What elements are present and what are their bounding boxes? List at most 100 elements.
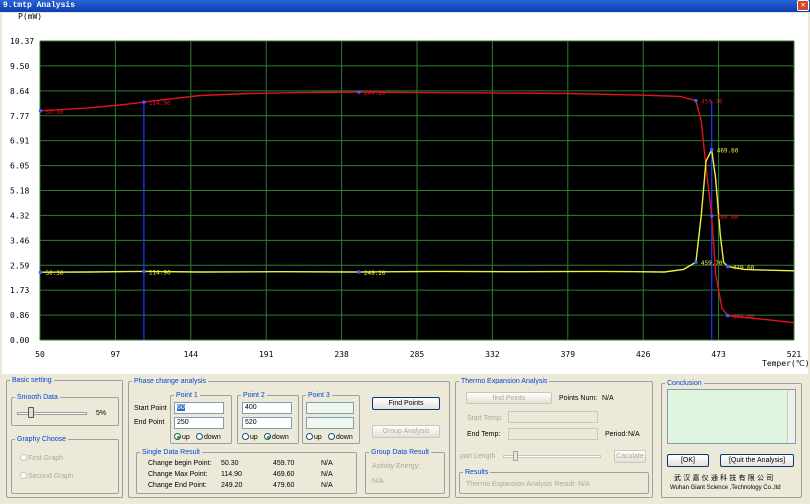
point2-up-radio[interactable]: up: [242, 433, 258, 441]
radio-icon: [242, 433, 249, 440]
down-label: down: [336, 434, 353, 441]
quit-analysis-button[interactable]: [Quit the Analysis]: [720, 454, 794, 467]
start-temp-input[interactable]: [508, 411, 598, 423]
result-value: N/A: [321, 482, 333, 489]
data-point-label: 114.90: [149, 100, 171, 107]
find-points-button[interactable]: Find Points: [372, 397, 440, 410]
data-point-marker: [725, 264, 730, 269]
chart-panel: 50 97 144 191 238 285 332 379 426 473 521 10.37 9.50…: [2, 13, 808, 374]
result-label: Change begin Point:: [148, 460, 212, 467]
point3-end-input[interactable]: [306, 417, 354, 429]
conclusion-scrollbar[interactable]: [787, 390, 795, 443]
company-name-en: Wuhan Giant Science ,Technology Co.,ltd: [670, 485, 781, 491]
calculate-button[interactable]: Caculate: [614, 450, 646, 463]
result-value: 50.30: [221, 460, 239, 467]
data-point-marker: [142, 269, 146, 274]
down-label: down: [204, 434, 221, 441]
point2-end-input[interactable]: 520: [242, 417, 292, 429]
point2-start-input[interactable]: 400: [242, 402, 292, 414]
point2-down-radio[interactable]: down: [264, 433, 289, 441]
point3-up-radio[interactable]: up: [306, 433, 322, 441]
x-tick-label: 50: [35, 350, 45, 359]
point2-legend: Point 2: [243, 392, 265, 399]
thermo-result-value: N/A: [578, 481, 590, 488]
group-analysis-button[interactable]: Group Analysis: [372, 425, 440, 438]
first-graph-radio[interactable]: First Graph: [20, 454, 63, 462]
y-tick-label: 8.64: [10, 87, 29, 96]
smooth-value: 5%: [96, 410, 107, 417]
y-tick-label: 0.86: [10, 311, 29, 320]
title-bar: 9.tmtp Analysis ✕: [0, 0, 810, 12]
group-result-legend: Group Data Result: [371, 449, 429, 456]
end-temp-input[interactable]: [508, 428, 598, 440]
point1-end-input[interactable]: 250: [174, 417, 224, 429]
point1-down-radio[interactable]: down: [196, 433, 221, 441]
data-point-marker: [694, 98, 698, 103]
thermo-find-points-button[interactable]: find Points: [466, 392, 552, 404]
end-temp-label: End Temp:: [467, 431, 501, 438]
data-point-label: 249.20: [364, 270, 386, 277]
up-label: up: [182, 434, 190, 441]
result-value: N/A: [321, 471, 333, 478]
y-tick-label: 1.73: [10, 286, 29, 295]
x-tick-label: 144: [184, 350, 199, 359]
second-graph-radio[interactable]: Second Graph: [20, 472, 73, 480]
points-num-label: Points Num:: [559, 395, 598, 402]
thermo-result-label: Thermo Expansion Analysis Result:: [466, 481, 577, 488]
ok-button[interactable]: [OK]: [667, 454, 709, 467]
y-tick-label: 3.46: [10, 236, 29, 245]
x-tick-label: 332: [485, 350, 500, 359]
x-tick-label: 473: [711, 350, 726, 359]
data-point-label: 479.60: [733, 264, 755, 271]
point3-start-input[interactable]: [306, 402, 354, 414]
y-tick-label: 4.32: [10, 211, 29, 220]
result-value: 459.70: [273, 460, 295, 467]
conclusion-legend: Conclusion: [667, 380, 702, 387]
y-tick-label: 5.18: [10, 187, 29, 196]
y-tick-label: 2.59: [10, 261, 29, 270]
radio-icon: [196, 433, 203, 440]
up-label: up: [250, 434, 258, 441]
close-button[interactable]: ✕: [797, 0, 809, 11]
activity-energy-value: N/A: [372, 478, 384, 485]
point1-start-input[interactable]: 60: [174, 402, 224, 414]
y-tick-label: 7.77: [10, 112, 29, 121]
data-point-label: 479.60: [733, 313, 755, 320]
y-tick-label: 6.91: [10, 137, 29, 146]
window-title: 9.tmtp Analysis: [3, 1, 76, 10]
points-num-value: N/A: [602, 395, 614, 402]
smooth-slider-thumb[interactable]: [28, 407, 34, 418]
data-point-label: 114.90: [149, 269, 171, 276]
graph-choose-legend: Graphy Choose: [17, 436, 67, 443]
part-length-slider-thumb[interactable]: [513, 451, 518, 461]
data-point-label: 459.70: [701, 99, 723, 106]
phase-change-legend: Phase change analysis: [134, 378, 206, 385]
data-point-marker: [709, 214, 714, 218]
point1-up-radio[interactable]: up: [174, 433, 190, 441]
point3-legend: Point 3: [308, 392, 330, 399]
up-label: up: [314, 434, 322, 441]
results-legend: Results: [465, 469, 489, 476]
data-point-marker: [142, 100, 146, 104]
y-tick-label: 0.00: [10, 336, 29, 345]
conclusion-textarea[interactable]: [667, 389, 796, 444]
data-point-marker: [357, 90, 361, 94]
radio-icon: [306, 433, 313, 440]
point3-down-radio[interactable]: down: [328, 433, 353, 441]
radio-icon: [174, 433, 181, 440]
start-point-label: Start Point: [134, 405, 167, 412]
data-point-label: 50.30: [45, 270, 63, 277]
start-temp-label: Start Temp:: [467, 415, 503, 422]
result-value: 249.20: [221, 482, 243, 489]
data-point-marker: [694, 260, 698, 264]
y-tick-label: 6.05: [10, 162, 29, 171]
data-point-marker: [709, 147, 714, 152]
activity-energy-label: Activity Energy:: [372, 463, 421, 470]
x-tick-label: 285: [410, 350, 425, 359]
radio-icon: [20, 472, 27, 479]
smooth-data-legend: Smooth Data: [17, 394, 58, 401]
x-tick-label: 238: [334, 350, 349, 359]
y-axis-label: P(mW): [18, 13, 42, 21]
part-length-label: part Length: [460, 453, 496, 460]
first-graph-label: First Graph: [28, 455, 64, 462]
